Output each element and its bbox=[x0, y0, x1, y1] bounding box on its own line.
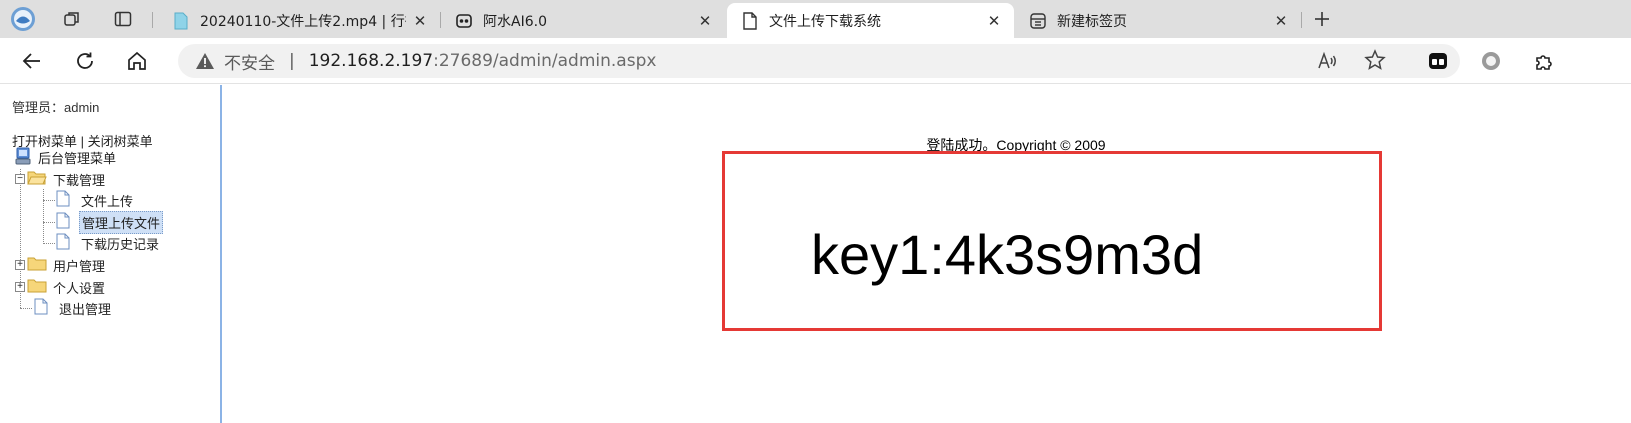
tree-group-label: 个人设置 bbox=[53, 280, 106, 296]
tab-upload-system[interactable]: 文件上传下载系统 ✕ bbox=[727, 3, 1014, 38]
tab-title: 文件上传下载系统 bbox=[769, 13, 881, 30]
tab-separator bbox=[152, 12, 153, 28]
circle-extension-icon[interactable] bbox=[1475, 45, 1507, 77]
tree-item-label: 文件上传 bbox=[81, 193, 134, 209]
key-highlight-box: key1:4k3s9m3d bbox=[722, 151, 1382, 331]
tree-group-personal[interactable]: + 个人设置 bbox=[15, 277, 107, 297]
vertical-tabs-icon[interactable] bbox=[108, 4, 138, 34]
tree-root-label: 后台管理菜单 bbox=[38, 150, 117, 166]
tree-group-label: 下载管理 bbox=[53, 172, 106, 188]
close-icon[interactable]: ✕ bbox=[980, 7, 1008, 35]
tab-video-file[interactable]: 20240110-文件上传2.mp4 | 行行 ✕ bbox=[158, 3, 440, 38]
file-icon bbox=[172, 12, 190, 30]
tree-item-manage-uploads[interactable]: 管理上传文件 bbox=[55, 210, 164, 234]
url-host: 192.168.2.197 bbox=[308, 51, 434, 71]
profile-avatar-icon[interactable] bbox=[8, 4, 38, 34]
close-icon[interactable]: ✕ bbox=[1267, 7, 1295, 35]
tree-group-download[interactable]: − 下载管理 bbox=[15, 169, 107, 189]
key-text: key1:4k3s9m3d bbox=[811, 223, 1204, 286]
expand-toggle-icon[interactable]: + bbox=[15, 260, 25, 270]
document-icon bbox=[55, 212, 79, 232]
new-tab-button[interactable] bbox=[1308, 5, 1336, 33]
tree-group-users[interactable]: + 用户管理 bbox=[15, 255, 107, 275]
newtab-page-icon bbox=[1029, 12, 1047, 30]
tree-connector bbox=[43, 243, 55, 244]
bot-icon bbox=[455, 12, 473, 30]
open-folder-icon bbox=[27, 170, 51, 188]
folder-icon bbox=[27, 256, 51, 274]
browser-tab-strip: 20240110-文件上传2.mp4 | 行行 ✕ 阿水AI6.0 ✕ 文件上传… bbox=[0, 0, 1631, 38]
tree-connector bbox=[43, 222, 55, 223]
tree-item-label: 退出管理 bbox=[59, 301, 112, 317]
warning-icon[interactable] bbox=[194, 50, 216, 72]
document-icon bbox=[55, 190, 79, 210]
workspaces-icon[interactable] bbox=[57, 4, 87, 34]
refresh-icon[interactable] bbox=[69, 45, 101, 77]
folder-icon bbox=[27, 278, 51, 296]
url-path: :27689/admin/admin.aspx bbox=[433, 51, 657, 71]
tab-title: 20240110-文件上传2.mp4 | 行行 bbox=[200, 13, 406, 30]
collapse-toggle-icon[interactable]: − bbox=[15, 174, 25, 184]
tab-new-tab-page[interactable]: 新建标签页 ✕ bbox=[1015, 3, 1301, 38]
home-icon[interactable] bbox=[121, 45, 153, 77]
tab-title: 阿水AI6.0 bbox=[483, 13, 547, 30]
close-icon[interactable]: ✕ bbox=[691, 7, 719, 35]
tree-item-label-selected: 管理上传文件 bbox=[79, 210, 164, 234]
tree-item-logout[interactable]: 退出管理 bbox=[33, 298, 113, 318]
main-content-frame: 登陆成功。Copyright © 2009 key1:4k3s9m3d bbox=[224, 85, 1631, 423]
left-menu-frame: 管理员：admin 打开树菜单 | 关闭树菜单 后台管理菜单 − 下载管理 文件… bbox=[0, 85, 222, 423]
tree-group-label: 用户管理 bbox=[53, 258, 106, 274]
tab-title: 新建标签页 bbox=[1057, 13, 1127, 30]
expand-toggle-icon[interactable]: + bbox=[15, 282, 25, 292]
tab-ai-bot[interactable]: 阿水AI6.0 ✕ bbox=[441, 3, 725, 38]
document-icon bbox=[33, 298, 57, 318]
tree-root[interactable]: 后台管理菜单 bbox=[14, 147, 118, 167]
tree-item-label: 下载历史记录 bbox=[81, 236, 160, 252]
close-icon[interactable]: ✕ bbox=[406, 7, 434, 35]
computer-icon bbox=[14, 147, 32, 168]
tree-item-download-history[interactable]: 下载历史记录 bbox=[55, 233, 161, 253]
tab-separator bbox=[1301, 12, 1302, 28]
read-aloud-icon[interactable] bbox=[1316, 50, 1338, 77]
tree-connector bbox=[43, 200, 55, 201]
address-separator: | bbox=[289, 51, 295, 71]
address-bar[interactable]: 不安全 | 192.168.2.197:27689/admin/admin.as… bbox=[178, 44, 1460, 78]
tree-connector bbox=[43, 189, 44, 244]
page-icon bbox=[741, 11, 759, 30]
extension-icon[interactable] bbox=[1422, 45, 1454, 77]
document-icon bbox=[55, 233, 79, 253]
tree-item-upload[interactable]: 文件上传 bbox=[55, 190, 135, 210]
tree-connector bbox=[20, 308, 32, 309]
security-label[interactable]: 不安全 bbox=[224, 49, 275, 74]
back-arrow-icon[interactable] bbox=[16, 45, 48, 77]
admin-label: 管理员：admin bbox=[12, 100, 100, 115]
browser-toolbar: 不安全 | 192.168.2.197:27689/admin/admin.as… bbox=[0, 38, 1631, 84]
extensions-puzzle-icon[interactable] bbox=[1528, 45, 1560, 77]
favorite-star-icon[interactable] bbox=[1364, 49, 1386, 76]
